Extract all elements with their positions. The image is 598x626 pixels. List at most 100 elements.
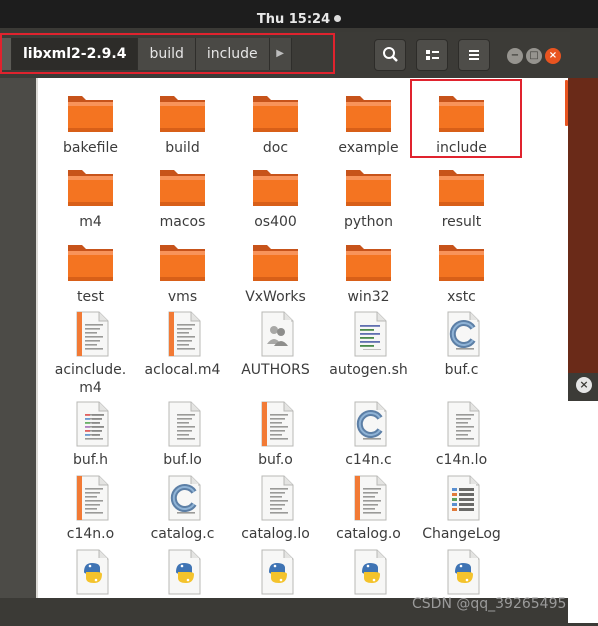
folder-icon xyxy=(322,86,415,136)
file-name-label: os400 xyxy=(254,214,297,230)
file-item[interactable]: buf.o xyxy=(229,398,322,478)
file-name-label: catalog.lo xyxy=(241,526,310,542)
view-toggle-button[interactable] xyxy=(416,39,448,71)
file-name-label: VxWorks xyxy=(245,289,306,305)
folder-icon xyxy=(136,160,229,210)
file-name-label: buf.lo xyxy=(163,452,202,468)
folder-icon xyxy=(322,160,415,210)
file-name-label: vms xyxy=(167,289,198,305)
text-file-icon xyxy=(136,308,229,358)
file-name-label: autogen.sh xyxy=(329,362,408,378)
file-item[interactable]: bakefile xyxy=(44,86,137,166)
file-name-label: buf.h xyxy=(73,452,108,468)
minimize-icon[interactable]: − xyxy=(507,48,523,64)
file-item[interactable]: acinclude. m4 xyxy=(44,308,137,396)
text-file-icon xyxy=(44,472,137,522)
file-name-label: c14n.o xyxy=(66,526,115,542)
text-file-icon xyxy=(44,308,137,358)
folder-icon xyxy=(415,235,508,285)
file-item[interactable]: macos xyxy=(136,160,229,240)
hamburger-menu-icon xyxy=(469,50,479,60)
scrollbar[interactable] xyxy=(565,80,568,126)
file-name-label: m4 xyxy=(79,214,102,230)
list-view-icon xyxy=(426,50,439,60)
file-item[interactable] xyxy=(415,546,508,626)
file-name-label: doc xyxy=(262,140,289,156)
file-item[interactable]: vms xyxy=(136,235,229,315)
file-item[interactable]: test xyxy=(44,235,137,315)
python-file-icon xyxy=(44,546,137,596)
file-item[interactable]: win32 xyxy=(322,235,415,315)
authors-file-icon xyxy=(229,308,322,358)
folder-icon xyxy=(415,160,508,210)
clock[interactable]: Thu 15:24 xyxy=(0,0,598,28)
file-item[interactable] xyxy=(322,546,415,626)
file-item[interactable]: build xyxy=(136,86,229,166)
file-item[interactable]: catalog.c xyxy=(136,472,229,552)
file-item[interactable]: m4 xyxy=(44,160,137,240)
file-item[interactable]: buf.h xyxy=(44,398,137,478)
file-item[interactable] xyxy=(136,546,229,626)
annotation-box-path xyxy=(0,33,335,74)
text-file-icon xyxy=(415,398,508,448)
search-icon xyxy=(383,47,398,62)
file-item[interactable]: doc xyxy=(229,86,322,166)
close-icon[interactable]: × xyxy=(545,48,561,64)
file-name-label: buf.o xyxy=(258,452,293,468)
file-item[interactable]: aclocal.m4 xyxy=(136,308,229,388)
file-item[interactable]: ChangeLog xyxy=(415,472,508,552)
folder-icon xyxy=(44,235,137,285)
file-name-label: win32 xyxy=(347,289,390,305)
status-dot-icon xyxy=(334,15,342,22)
file-item[interactable]: python xyxy=(322,160,415,240)
clock-label: Thu 15:24 xyxy=(256,12,331,27)
sidebar xyxy=(0,78,38,598)
text-file-icon xyxy=(229,398,322,448)
file-item[interactable]: result xyxy=(415,160,508,240)
file-name-label: AUTHORS xyxy=(241,362,310,378)
search-button[interactable] xyxy=(374,39,406,71)
file-name-label: catalog.o xyxy=(336,526,401,542)
background-window-body xyxy=(568,401,598,623)
annotation-box-include xyxy=(410,79,522,158)
maximize-icon[interactable]: □ xyxy=(526,48,542,64)
background-window xyxy=(568,78,598,373)
file-item[interactable]: xstc xyxy=(415,235,508,315)
file-name-label: python xyxy=(344,214,393,230)
file-item[interactable]: AUTHORS xyxy=(229,308,322,388)
file-item[interactable]: autogen.sh xyxy=(322,308,415,388)
file-item[interactable]: c14n.c xyxy=(322,398,415,478)
file-item[interactable]: catalog.lo xyxy=(229,472,322,552)
file-name-label: result xyxy=(441,214,482,230)
header-file-icon xyxy=(44,398,137,448)
background-close-icon[interactable]: × xyxy=(576,377,592,393)
python-file-icon xyxy=(322,546,415,596)
watermark: CSDN @qq_39265495 xyxy=(412,596,567,612)
c-source-file-icon xyxy=(322,398,415,448)
changelog-file-icon xyxy=(415,472,508,522)
file-name-label: bakefile xyxy=(62,140,118,156)
python-file-icon xyxy=(415,546,508,596)
folder-icon xyxy=(229,86,322,136)
folder-icon xyxy=(136,86,229,136)
file-item[interactable] xyxy=(44,546,137,626)
menu-button[interactable] xyxy=(458,39,490,71)
text-file-icon xyxy=(322,472,415,522)
file-item[interactable]: os400 xyxy=(229,160,322,240)
file-name-label: acinclude. m4 xyxy=(54,362,127,396)
file-item[interactable]: buf.lo xyxy=(136,398,229,478)
folder-icon xyxy=(229,235,322,285)
file-item[interactable]: catalog.o xyxy=(322,472,415,552)
file-name-label: buf.c xyxy=(444,362,479,378)
file-item[interactable] xyxy=(229,546,322,626)
folder-icon xyxy=(136,235,229,285)
file-item[interactable]: c14n.o xyxy=(44,472,137,552)
file-item[interactable]: c14n.lo xyxy=(415,398,508,478)
text-file-icon xyxy=(229,472,322,522)
file-item[interactable]: buf.c xyxy=(415,308,508,388)
file-item[interactable]: VxWorks xyxy=(229,235,322,315)
c-source-file-icon xyxy=(415,308,508,358)
folder-icon xyxy=(44,160,137,210)
file-item[interactable]: example xyxy=(322,86,415,166)
file-name-label: c14n.c xyxy=(345,452,392,468)
